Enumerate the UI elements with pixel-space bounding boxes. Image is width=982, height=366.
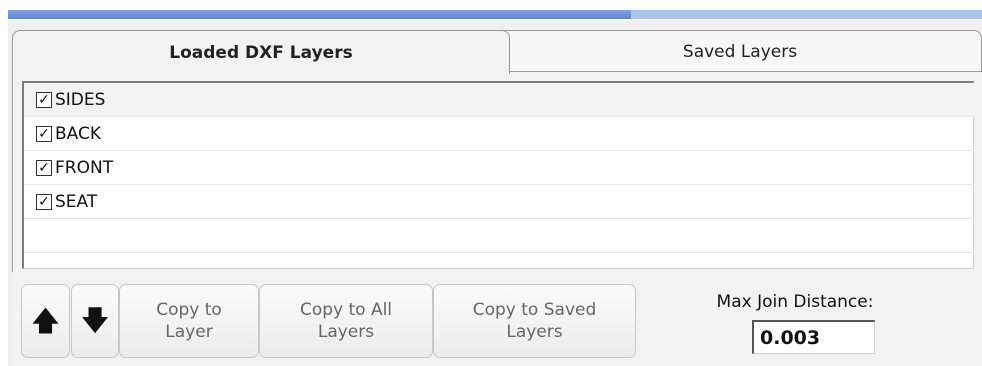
layer-list[interactable]: ✓ SIDES ✓ BACK ✓ FRONT ✓ SEAT (22, 81, 974, 269)
copy-to-all-layers-button[interactable]: Copy to All Layers (259, 284, 433, 358)
max-join-distance-input[interactable] (752, 320, 875, 354)
max-join-distance-label: Max Join Distance: (716, 292, 874, 312)
layer-checkbox[interactable]: ✓ (36, 125, 52, 142)
layer-checkbox[interactable]: ✓ (36, 91, 52, 108)
copy-to-layer-button[interactable]: Copy to Layer (119, 284, 259, 358)
copy-to-layer-label: Copy to Layer (156, 300, 222, 342)
arrow-up-icon: 🡅 (31, 304, 60, 337)
checkmark-icon: ✓ (38, 159, 50, 176)
copy-to-all-layers-label: Copy to All Layers (299, 300, 393, 342)
layer-checkbox[interactable]: ✓ (36, 193, 52, 210)
layer-name: SIDES (55, 89, 106, 110)
move-up-button[interactable]: 🡅 (21, 284, 70, 358)
list-item[interactable]: ✓ FRONT (24, 151, 974, 185)
layer-name: SEAT (55, 191, 98, 212)
list-item[interactable]: ✓ SEAT (24, 185, 974, 219)
copy-to-saved-layers-label: Copy to Saved Layers (472, 300, 597, 342)
tab-divider-line (498, 71, 982, 72)
tab-loaded-dxf-layers-label: Loaded DXF Layers (169, 42, 353, 63)
active-tab-join (13, 70, 509, 74)
layer-name: BACK (55, 123, 102, 144)
tab-saved-layers-label: Saved Layers (682, 41, 798, 62)
layer-checkbox[interactable]: ✓ (36, 159, 52, 176)
progress-bar (8, 10, 631, 19)
checkmark-icon: ✓ (38, 125, 50, 142)
tab-loaded-dxf-layers[interactable]: Loaded DXF Layers (12, 30, 510, 74)
list-item[interactable]: ✓ SIDES (24, 83, 974, 117)
list-item-empty (24, 219, 974, 253)
copy-to-saved-layers-button[interactable]: Copy to Saved Layers (433, 284, 636, 358)
move-down-button[interactable]: 🡇 (71, 284, 119, 358)
tab-saved-layers[interactable]: Saved Layers (498, 30, 982, 72)
arrow-down-icon: 🡇 (80, 304, 110, 337)
list-item[interactable]: ✓ BACK (24, 117, 974, 151)
checkmark-icon: ✓ (38, 91, 50, 108)
checkmark-icon: ✓ (38, 193, 50, 210)
layer-name: FRONT (55, 157, 114, 178)
